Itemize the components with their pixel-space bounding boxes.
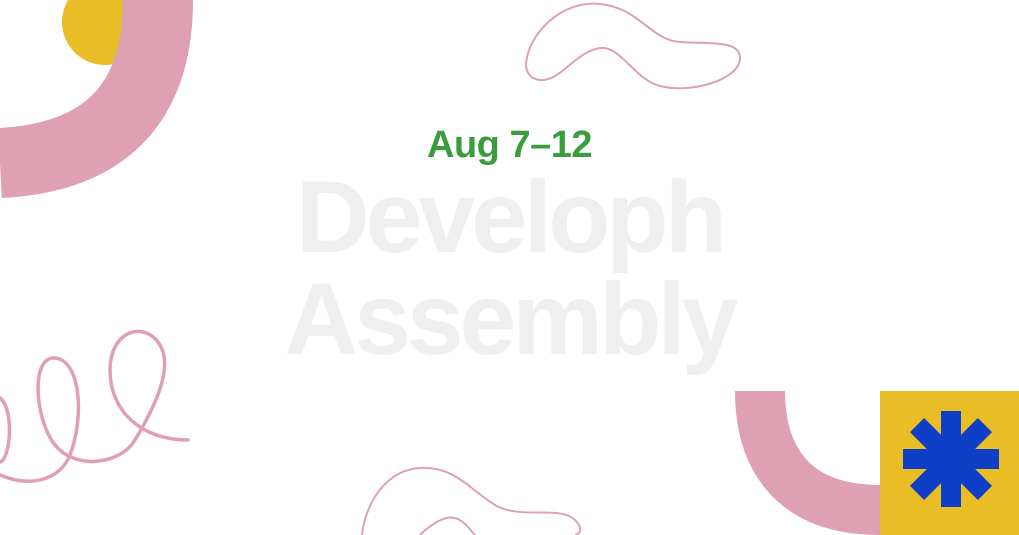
pink-u-shape (735, 390, 881, 535)
pink-squiggle-top (524, 2, 742, 90)
event-title-line-2: Assembly (284, 262, 739, 376)
event-title-line-1: Developh (295, 160, 727, 274)
yellow-badge (880, 391, 1019, 535)
event-banner: Aug 7–12 Developh Assembly (0, 0, 1019, 535)
blue-asterisk-icon (903, 411, 999, 507)
pink-squiggle-bottom (361, 466, 582, 535)
event-title-watermark: Developh Assembly (0, 166, 1019, 370)
